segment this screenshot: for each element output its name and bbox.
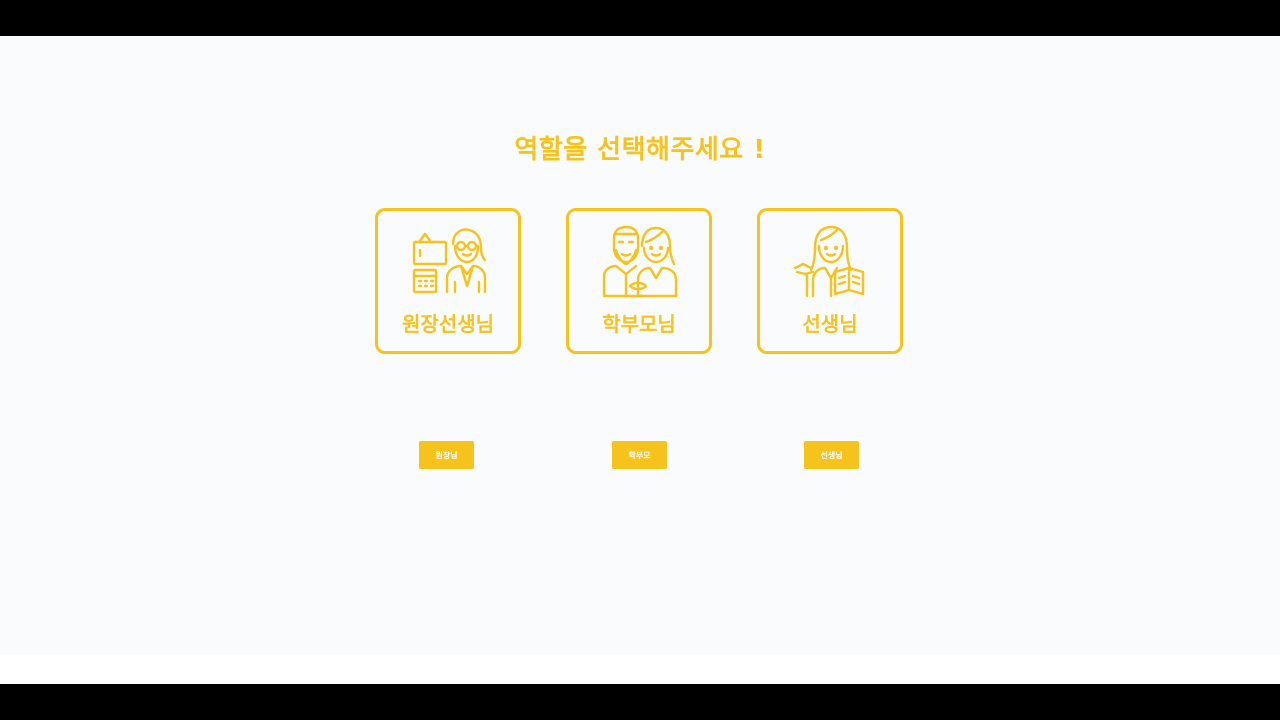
role-card-label: 학부모님 (602, 312, 676, 336)
page-title: 역할을 선택해주세요 ! (514, 135, 766, 165)
director-button[interactable]: 원장님 (419, 441, 474, 469)
role-selection-page: 역할을 선택해주세요 ! 원장선생님 학부모님 선생님 원장님 학부모 선생님 (0, 36, 1280, 655)
role-card-teacher[interactable]: 선생님 (757, 208, 903, 354)
teacher-icon (793, 224, 869, 300)
role-card-label: 선생님 (802, 312, 858, 336)
letterbox-top (0, 0, 1280, 36)
role-card-parents[interactable]: 학부모님 (566, 208, 712, 354)
role-card-director[interactable]: 원장선생님 (375, 208, 521, 354)
page-bottom-strip (0, 655, 1280, 684)
teacher-button[interactable]: 선생님 (804, 441, 859, 469)
parent-button[interactable]: 학부모 (612, 441, 667, 469)
parents-icon (602, 224, 678, 300)
letterbox-bottom (0, 684, 1280, 720)
role-card-label: 원장선생님 (402, 312, 494, 336)
director-icon (411, 224, 487, 300)
